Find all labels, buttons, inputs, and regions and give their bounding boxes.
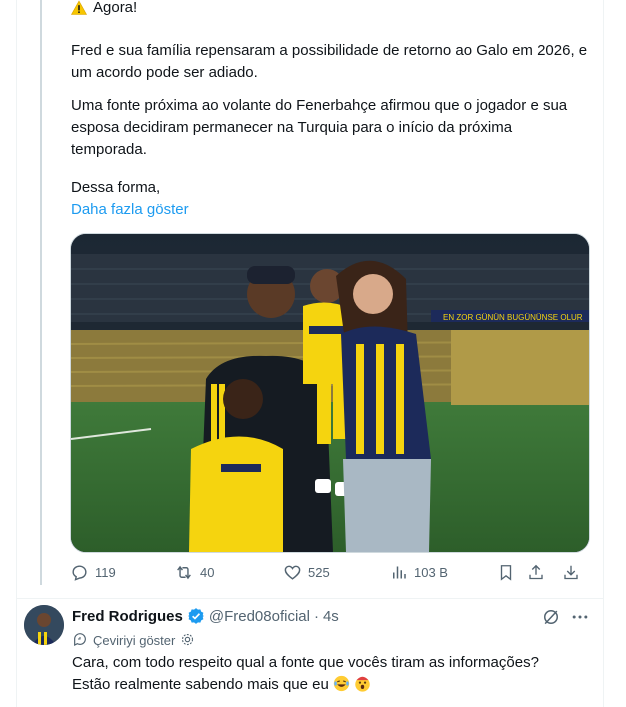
tweet-action-bar: 119 40 525 103 B — [70, 563, 582, 587]
share-button[interactable] — [527, 563, 545, 582]
show-more-link[interactable]: Daha fazla göster — [71, 199, 189, 221]
download-button[interactable] — [562, 563, 580, 582]
bookmark-icon — [497, 563, 515, 582]
reply-text-line-2: Estão realmente sabendo mais que eu — [72, 674, 592, 699]
repost-button[interactable]: 40 — [174, 563, 214, 582]
tweet-paragraph-2: Uma fonte próxima ao volante do Fenerbah… — [71, 97, 568, 158]
reply-tweet[interactable]: Fred Rodrigues @Fred08oficial · 4s Çevir… — [0, 599, 626, 707]
verified-badge-icon — [187, 607, 205, 625]
like-button[interactable]: 525 — [283, 563, 330, 582]
stadium-banner-text: EN ZOR GÜNÜN BUGÜNÜNSE OLUR — [443, 313, 583, 322]
tweet-paragraph-1: Fred e sua família repensaram a possibil… — [71, 42, 588, 81]
avatar[interactable] — [24, 605, 64, 645]
bookmark-button[interactable] — [497, 563, 515, 582]
like-count: 525 — [308, 565, 330, 580]
views-button[interactable]: 103 B — [390, 563, 448, 582]
repost-icon — [174, 563, 194, 582]
settings-gear-icon[interactable] — [180, 632, 195, 650]
reply-author-name[interactable]: Fred Rodrigues — [72, 608, 183, 625]
translate-icon — [72, 631, 88, 650]
warning-icon — [71, 0, 87, 16]
separator-dot: · — [313, 607, 319, 625]
more-options-icon[interactable] — [570, 607, 590, 632]
reply-author-handle[interactable]: @Fred08oficial — [209, 608, 310, 625]
views-count: 103 B — [414, 565, 448, 580]
translate-link[interactable]: Çeviriyi göster — [93, 633, 175, 648]
tweet-photo[interactable]: EN ZOR GÜNÜN BUGÜNÜNSE OLUR — [70, 233, 590, 553]
grok-icon[interactable] — [541, 607, 561, 632]
reply-count: 119 — [95, 565, 116, 580]
heart-icon — [283, 563, 302, 582]
reply-header: Fred Rodrigues @Fred08oficial · 4s — [72, 607, 339, 625]
repost-count: 40 — [200, 565, 215, 580]
analytics-icon — [390, 563, 408, 582]
reply-button[interactable]: 119 — [70, 563, 116, 582]
tweet-paragraph-3: Dessa forma, — [71, 179, 161, 196]
tweet-line-alert: Agora! — [71, 0, 137, 19]
thread-connector-line — [40, 0, 42, 585]
translate-row[interactable]: Çeviriyi göster — [72, 631, 195, 650]
reply-timestamp[interactable]: 4s — [323, 608, 339, 625]
laughing-emoji-icon — [333, 675, 350, 699]
reply-text-line-1: Cara, com todo respeito qual a fonte que… — [72, 654, 539, 671]
shocked-emoji-icon — [354, 675, 371, 699]
reply-text-line-2-text: Estão realmente sabendo mais que eu — [72, 676, 329, 693]
upload-icon — [527, 563, 545, 582]
reply-text: Cara, com todo respeito qual a fonte que… — [72, 652, 592, 699]
reply-icon — [70, 563, 89, 582]
tweet-alert-text: Agora! — [93, 0, 138, 16]
download-icon — [562, 563, 580, 582]
